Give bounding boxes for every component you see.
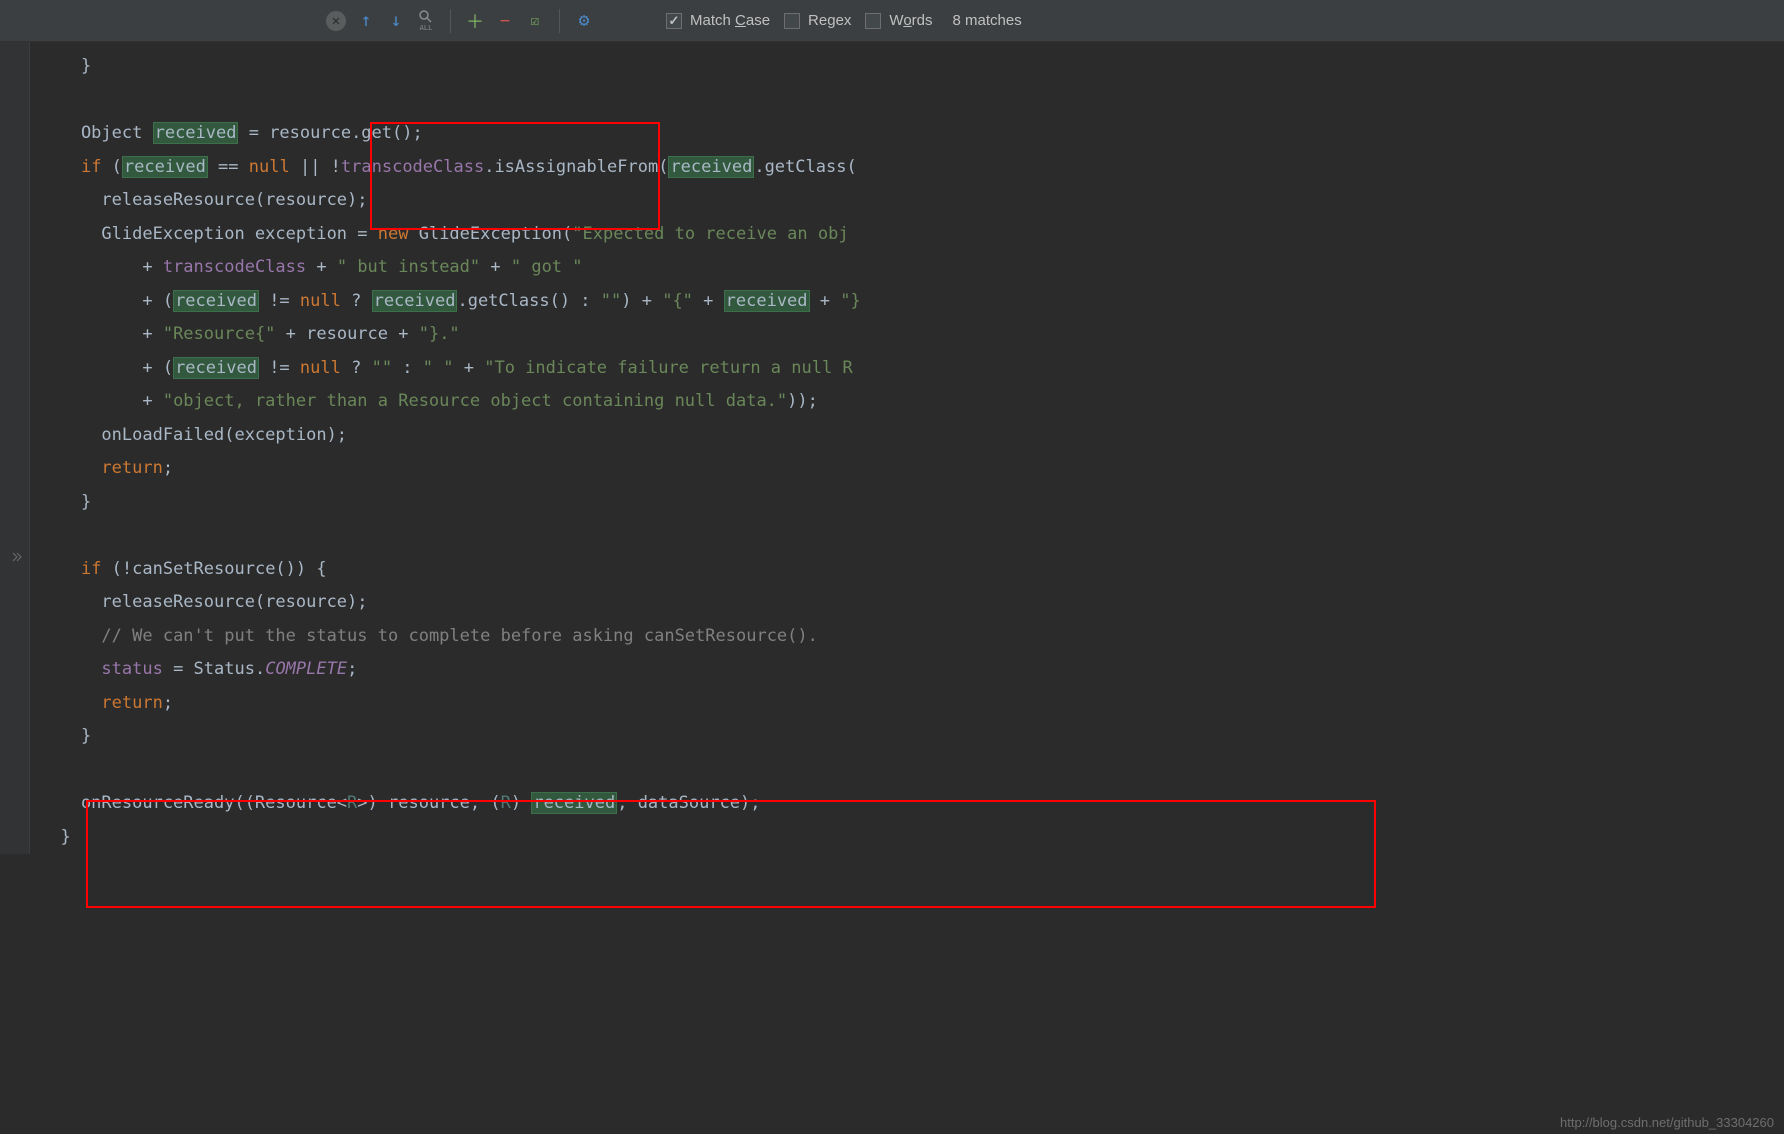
search-match: received <box>173 290 259 312</box>
editor-gutter <box>0 42 30 854</box>
add-selection-button[interactable]: ＋ <box>463 9 487 33</box>
words-option[interactable]: Words <box>865 12 932 29</box>
all-label: ALL <box>420 24 433 32</box>
magnifier-icon <box>419 10 433 24</box>
search-match: received <box>153 122 239 144</box>
select-occurrences-button[interactable]: ☑ <box>523 9 547 33</box>
fold-marker-icon[interactable] <box>12 552 22 562</box>
editor[interactable]: } Object received = resource.get(); if (… <box>0 42 1784 854</box>
regex-option[interactable]: Regex <box>784 12 851 29</box>
words-label: Words <box>889 12 932 29</box>
plus-icon: ＋ <box>466 8 484 34</box>
search-match: received <box>724 290 810 312</box>
select-all-button[interactable]: ALL <box>414 9 438 33</box>
search-match: received <box>372 290 458 312</box>
search-toolbar: ✕ ↑ ↓ ALL ＋ − ☑ ⚙ Match Case Regex Words… <box>0 0 1784 42</box>
minus-icon: − <box>500 11 510 31</box>
match-count: 8 matches <box>953 12 1022 29</box>
check-icon: ☑ <box>531 13 539 29</box>
regex-label: Regex <box>808 12 851 29</box>
search-match: received <box>173 357 259 379</box>
words-checkbox[interactable] <box>865 13 881 29</box>
separator <box>559 9 560 33</box>
search-match: received <box>531 792 617 814</box>
separator <box>450 9 451 33</box>
close-search-button[interactable]: ✕ <box>324 9 348 33</box>
next-match-button[interactable]: ↓ <box>384 9 408 33</box>
gear-icon: ⚙ <box>579 10 590 31</box>
remove-selection-button[interactable]: − <box>493 9 517 33</box>
watermark: http://blog.csdn.net/github_33304260 <box>1560 1115 1774 1130</box>
arrow-down-icon: ↓ <box>391 10 402 31</box>
code-content[interactable]: } Object received = resource.get(); if (… <box>30 50 1784 854</box>
settings-button[interactable]: ⚙ <box>572 9 596 33</box>
match-case-option[interactable]: Match Case <box>666 12 770 29</box>
search-match: received <box>668 156 754 178</box>
close-icon: ✕ <box>326 11 346 31</box>
match-case-checkbox[interactable] <box>666 13 682 29</box>
search-match: received <box>122 156 208 178</box>
arrow-up-icon: ↑ <box>361 10 372 31</box>
match-case-label: Match Case <box>690 12 770 29</box>
regex-checkbox[interactable] <box>784 13 800 29</box>
prev-match-button[interactable]: ↑ <box>354 9 378 33</box>
